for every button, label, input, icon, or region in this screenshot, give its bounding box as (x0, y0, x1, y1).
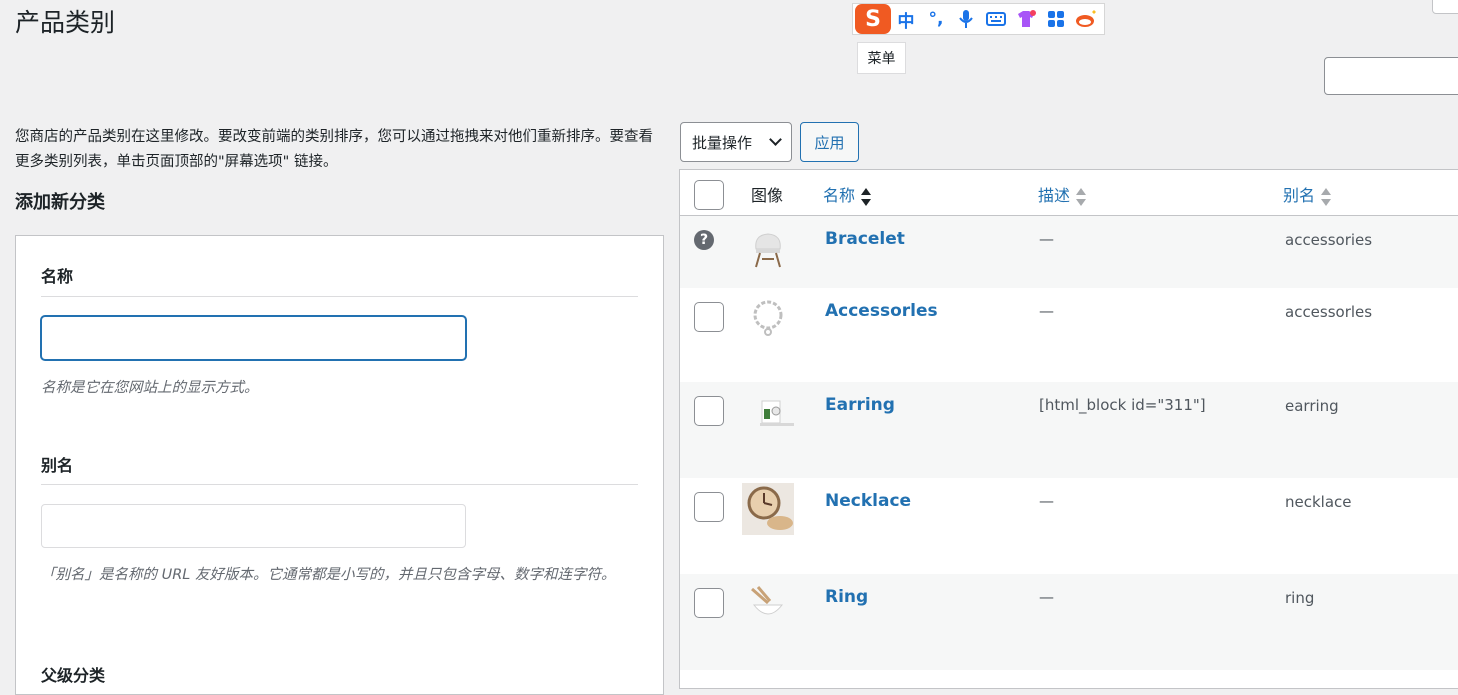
category-name-link[interactable]: Bracelet (825, 229, 905, 249)
table-row: Necklace — necklace (680, 478, 1458, 574)
category-description: [html_block id="311"] (1039, 396, 1206, 414)
category-thumbnail (760, 400, 794, 426)
sort-arrows-icon (1076, 187, 1087, 206)
bulk-action-select[interactable]: 批量操作 (680, 122, 792, 162)
category-thumbnail (742, 483, 794, 535)
category-description: — (1039, 230, 1054, 248)
name-help: 名称是它在您网站上的显示方式。 (41, 380, 259, 396)
slug-help: 「别名」是名称的 URL 友好版本。它通常都是小写的，并且只包含字母、数字和连字… (41, 567, 616, 583)
categories-table: 图像 名称 描述 别名 ? Bracelet — accessories Acc… (679, 169, 1458, 689)
screen-options-button[interactable] (1432, 0, 1458, 14)
add-category-title: 添加新分类 (15, 192, 105, 213)
category-name-link[interactable]: Ring (825, 587, 868, 607)
apply-button[interactable]: 应用 (800, 122, 859, 162)
category-description: — (1039, 492, 1054, 510)
category-slug: ring (1285, 589, 1315, 607)
shirt-icon[interactable] (1011, 4, 1041, 34)
category-thumbnail (742, 221, 794, 273)
keyboard-icon[interactable] (981, 4, 1011, 34)
parent-label: 父级分类 (41, 666, 106, 685)
category-name-link[interactable]: Earring (825, 395, 895, 415)
category-slug: accessories (1285, 231, 1373, 249)
column-slug-label: 别名 (1283, 186, 1316, 205)
search-input[interactable] (1324, 57, 1458, 95)
divider (41, 484, 638, 485)
category-thumbnail (751, 586, 784, 615)
name-field[interactable] (41, 316, 466, 360)
ime-toolbar[interactable]: S 中 °, (852, 3, 1105, 35)
slug-field[interactable] (41, 504, 466, 548)
page-title: 产品类别 (15, 8, 116, 37)
table-header: 图像 名称 描述 别名 (680, 170, 1458, 216)
mic-icon[interactable] (951, 4, 981, 34)
category-slug: necklace (1285, 493, 1352, 511)
ime-punctuation-toggle[interactable]: °, (921, 4, 951, 34)
ime-tooltip: 菜单 (857, 42, 906, 74)
slug-label: 别名 (41, 456, 74, 475)
sort-arrows-icon (1321, 187, 1332, 206)
category-description: — (1039, 588, 1054, 606)
row-checkbox[interactable] (694, 588, 724, 618)
bulk-action-label: 批量操作 (692, 133, 753, 152)
select-all-checkbox[interactable] (694, 180, 724, 210)
category-slug: earring (1285, 397, 1339, 415)
table-row: Ring — ring (680, 574, 1458, 670)
category-slug: accessorles (1285, 303, 1373, 321)
category-description: — (1039, 302, 1054, 320)
divider (41, 296, 638, 297)
page-description: 您商店的产品类别在这里修改。要改变前端的类别排序，您可以通过拖拽来对他们重新排序… (15, 129, 653, 170)
help-icon[interactable]: ? (694, 230, 714, 250)
column-description-sort[interactable]: 描述 (1038, 182, 1087, 206)
column-image: 图像 (751, 186, 784, 205)
chevron-down-icon (769, 133, 782, 146)
category-thumbnail (753, 300, 783, 336)
add-category-form: 名称 名称是它在您网站上的显示方式。 别名 「别名」是名称的 URL 友好版本。… (15, 235, 664, 695)
column-name-sort[interactable]: 名称 (823, 182, 872, 206)
category-name-link[interactable]: Necklace (825, 491, 911, 511)
table-row: Accessorles — accessorles (680, 288, 1458, 382)
mascot-icon[interactable] (1071, 4, 1101, 34)
row-checkbox[interactable] (694, 396, 724, 426)
row-checkbox[interactable] (694, 492, 724, 522)
column-name-label: 名称 (823, 186, 856, 205)
table-row: Earring [html_block id="311"] earring (680, 382, 1458, 478)
name-label: 名称 (41, 267, 74, 286)
sogou-logo-icon[interactable]: S (855, 4, 891, 34)
column-slug-sort[interactable]: 别名 (1283, 182, 1332, 206)
category-name-link[interactable]: Accessorles (825, 301, 938, 321)
grid-icon[interactable] (1041, 4, 1071, 34)
row-checkbox[interactable] (694, 302, 724, 332)
table-row: ? Bracelet — accessories (680, 216, 1458, 288)
column-description-label: 描述 (1038, 186, 1071, 205)
sort-arrows-icon (861, 187, 872, 206)
ime-language-toggle[interactable]: 中 (891, 4, 921, 34)
